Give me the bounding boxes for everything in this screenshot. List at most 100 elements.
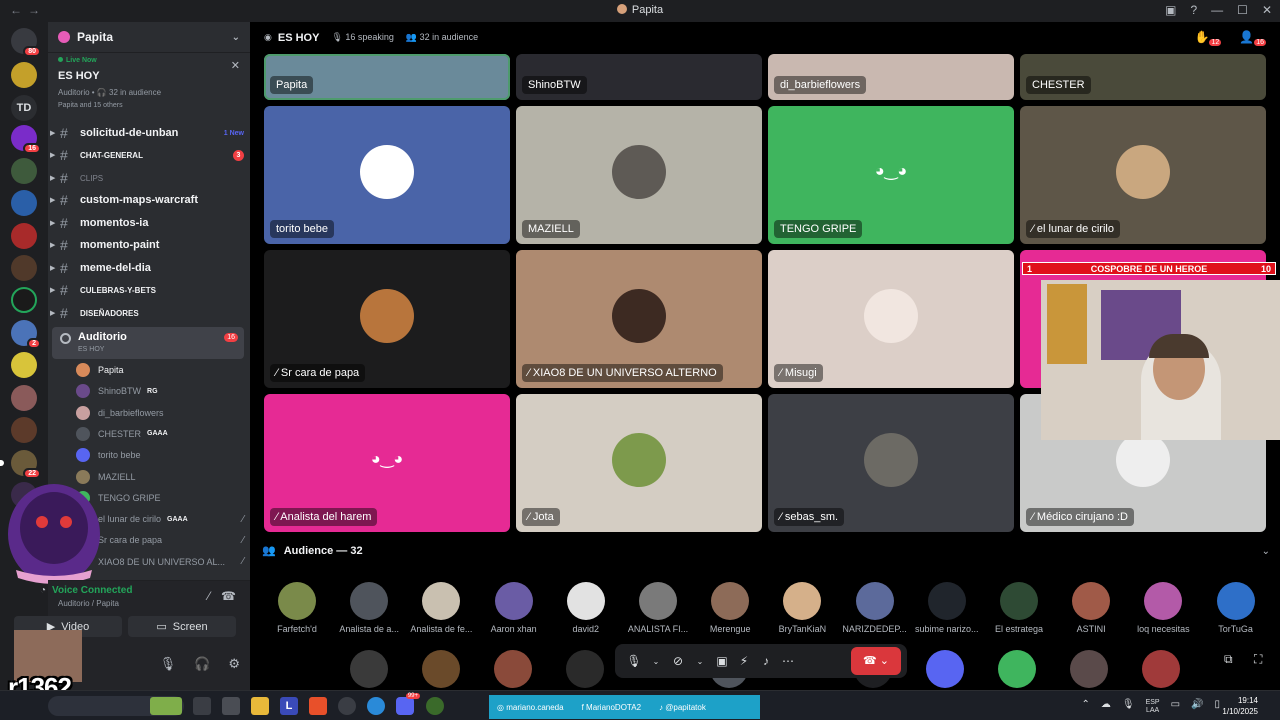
battery-icon[interactable]: ▯: [1214, 699, 1220, 715]
channel-2[interactable]: ▶ # CHAT-GENERAL 3: [50, 145, 244, 165]
guild-icon[interactable]: [11, 62, 37, 88]
audience-member[interactable]: subime narizo...: [911, 582, 983, 634]
chevron-down-icon[interactable]: ⌄: [645, 657, 667, 666]
audience-avatar[interactable]: [422, 650, 460, 688]
audience-avatar[interactable]: [350, 650, 388, 688]
guild-icon[interactable]: [11, 417, 37, 443]
cloud-icon[interactable]: ☁: [1101, 699, 1111, 715]
leave-stage-button[interactable]: ☎ ⌄: [851, 647, 901, 675]
soundboard-icon[interactable]: ♪: [755, 654, 777, 668]
app-icon[interactable]: [426, 697, 444, 715]
task-view-icon[interactable]: [193, 697, 211, 715]
guild-td[interactable]: TD: [11, 95, 37, 121]
guild-icon[interactable]: [11, 287, 37, 313]
guild-icon[interactable]: [11, 385, 37, 411]
speaker-tile[interactable]: Papita: [264, 54, 510, 100]
speaker-tile[interactable]: ⁄ Misugi: [768, 250, 1014, 388]
app-l-icon[interactable]: L: [280, 697, 298, 715]
guild-icon[interactable]: [11, 158, 37, 184]
volume-icon[interactable]: 🔊: [1191, 699, 1203, 715]
voice-user[interactable]: di_barbieflowers: [76, 403, 244, 423]
audience-member[interactable]: El estratega: [983, 582, 1055, 634]
file-explorer-icon[interactable]: [251, 697, 269, 715]
audience-avatar[interactable]: [998, 650, 1036, 688]
speaker-tile[interactable]: ⁄ el lunar de cirilo: [1020, 106, 1266, 244]
live-stage-card[interactable]: Live Now ES HOY Auditorio • 🎧 32 in audi…: [52, 55, 246, 123]
settings-gear-icon[interactable]: ⚙: [228, 656, 240, 672]
audience-member[interactable]: NARIZDEDEP...: [839, 582, 911, 634]
channel-3[interactable]: ▶ # CLIPS: [50, 168, 244, 188]
brave-icon[interactable]: [309, 697, 327, 715]
channel-6[interactable]: ▶ # momento-paint: [50, 235, 244, 255]
headphones-icon[interactable]: 🎧: [194, 656, 210, 672]
people-icon[interactable]: 👤 16: [1239, 30, 1266, 47]
guild-icon[interactable]: [11, 352, 37, 378]
speaker-tile[interactable]: ⁄ Jota: [516, 394, 762, 532]
audience-member[interactable]: ASTINI: [1055, 582, 1127, 634]
microphone-icon[interactable]: 🎙: [1122, 699, 1135, 715]
voice-user[interactable]: ShinoBTW RG: [76, 381, 244, 401]
audience-member[interactable]: Analista de fe...: [405, 582, 477, 634]
speaker-tile[interactable]: torito bebe: [264, 106, 510, 244]
audience-avatar[interactable]: [926, 650, 964, 688]
audience-member[interactable]: david2: [550, 582, 622, 634]
guild-icon[interactable]: 2: [11, 320, 41, 349]
audience-member[interactable]: BryTanKiaN: [766, 582, 838, 634]
guild-icon[interactable]: 22: [0, 450, 41, 479]
more-icon[interactable]: ⋯: [777, 654, 799, 668]
screen-button[interactable]: ▭ Screen: [128, 616, 236, 637]
close-button[interactable]: ✕: [1262, 3, 1272, 17]
network-icon[interactable]: ▭: [1171, 699, 1180, 715]
channel-5[interactable]: ▶ # momentos-ia: [50, 213, 244, 233]
language-indicator[interactable]: ESP LAA: [1146, 699, 1160, 715]
audience-member[interactable]: Aaron xhan: [478, 582, 550, 634]
activities-icon[interactable]: ⚡: [733, 654, 755, 668]
noise-suppression-icon[interactable]: ⁄: [208, 589, 210, 603]
audience-member[interactable]: Merengue: [694, 582, 766, 634]
guild-icon[interactable]: 16: [11, 125, 41, 154]
inbox-icon[interactable]: ▣: [1165, 3, 1176, 17]
voice-user[interactable]: CHESTER GAAA: [76, 424, 244, 444]
audience-header[interactable]: 👥 Audience — 32: [262, 544, 363, 557]
audience-member[interactable]: Farfetch'd: [261, 582, 333, 634]
help-icon[interactable]: ?: [1190, 3, 1197, 17]
channel-8[interactable]: ▶ # CULEBRAS-Y-BETS: [50, 280, 244, 300]
close-icon[interactable]: ✕: [231, 59, 240, 72]
camera-off-icon[interactable]: ⊘: [667, 654, 689, 668]
speaker-tile[interactable]: ◕‿◕ ⁄ Analista del harem: [264, 394, 510, 532]
guild-icon[interactable]: [11, 255, 37, 281]
audience-member[interactable]: TorTuGa: [1200, 582, 1272, 634]
speaker-tile[interactable]: ⁄ sebas_sm.: [768, 394, 1014, 532]
fullscreen-icon[interactable]: ⛶: [1254, 652, 1262, 667]
voice-user[interactable]: Papita: [76, 360, 244, 380]
obs-icon[interactable]: [338, 697, 356, 715]
chevron-up-icon[interactable]: ⌃: [1081, 699, 1089, 715]
voice-user[interactable]: torito bebe: [76, 445, 244, 465]
home-button[interactable]: 80: [11, 28, 41, 57]
minimize-button[interactable]: —: [1211, 3, 1223, 17]
voice-channel-auditorio[interactable]: Auditorio ES HOY 16: [52, 327, 244, 359]
channel-4[interactable]: ▶ # custom-maps-warcraft: [50, 190, 244, 210]
chevron-down-icon[interactable]: ⌄: [689, 657, 711, 666]
disconnect-icon[interactable]: ☎: [221, 589, 236, 603]
speaker-tile[interactable]: CHESTER: [1020, 54, 1266, 100]
audience-member[interactable]: loq necesitas: [1127, 582, 1199, 634]
guild-icon[interactable]: [11, 190, 37, 216]
app-icon[interactable]: [222, 697, 240, 715]
clock[interactable]: 19:14 1/10/2025: [1222, 695, 1258, 717]
popout-icon[interactable]: ⧉: [1224, 652, 1233, 667]
guild-icon[interactable]: [11, 223, 37, 249]
channel-7[interactable]: ▶ # meme-del-dia: [50, 258, 244, 278]
chevron-down-icon[interactable]: ⌄: [1262, 546, 1270, 557]
browser-icon[interactable]: [367, 697, 385, 715]
audience-avatar[interactable]: [1142, 650, 1180, 688]
audience-member[interactable]: ANALISTA FI...: [622, 582, 694, 634]
discord-taskbar-icon[interactable]: 99+: [396, 693, 420, 715]
channel-9[interactable]: ▶ # DISEÑADORES: [50, 303, 244, 323]
speaker-tile[interactable]: MAZIELL: [516, 106, 762, 244]
maximize-button[interactable]: ☐: [1237, 3, 1248, 17]
microphone-icon[interactable]: 🎙: [160, 656, 177, 672]
screen-share-icon[interactable]: ▣: [711, 654, 733, 668]
channel-1[interactable]: ▶ # solicitud-de-unban 1 New: [50, 123, 244, 143]
audience-avatar[interactable]: [494, 650, 532, 688]
